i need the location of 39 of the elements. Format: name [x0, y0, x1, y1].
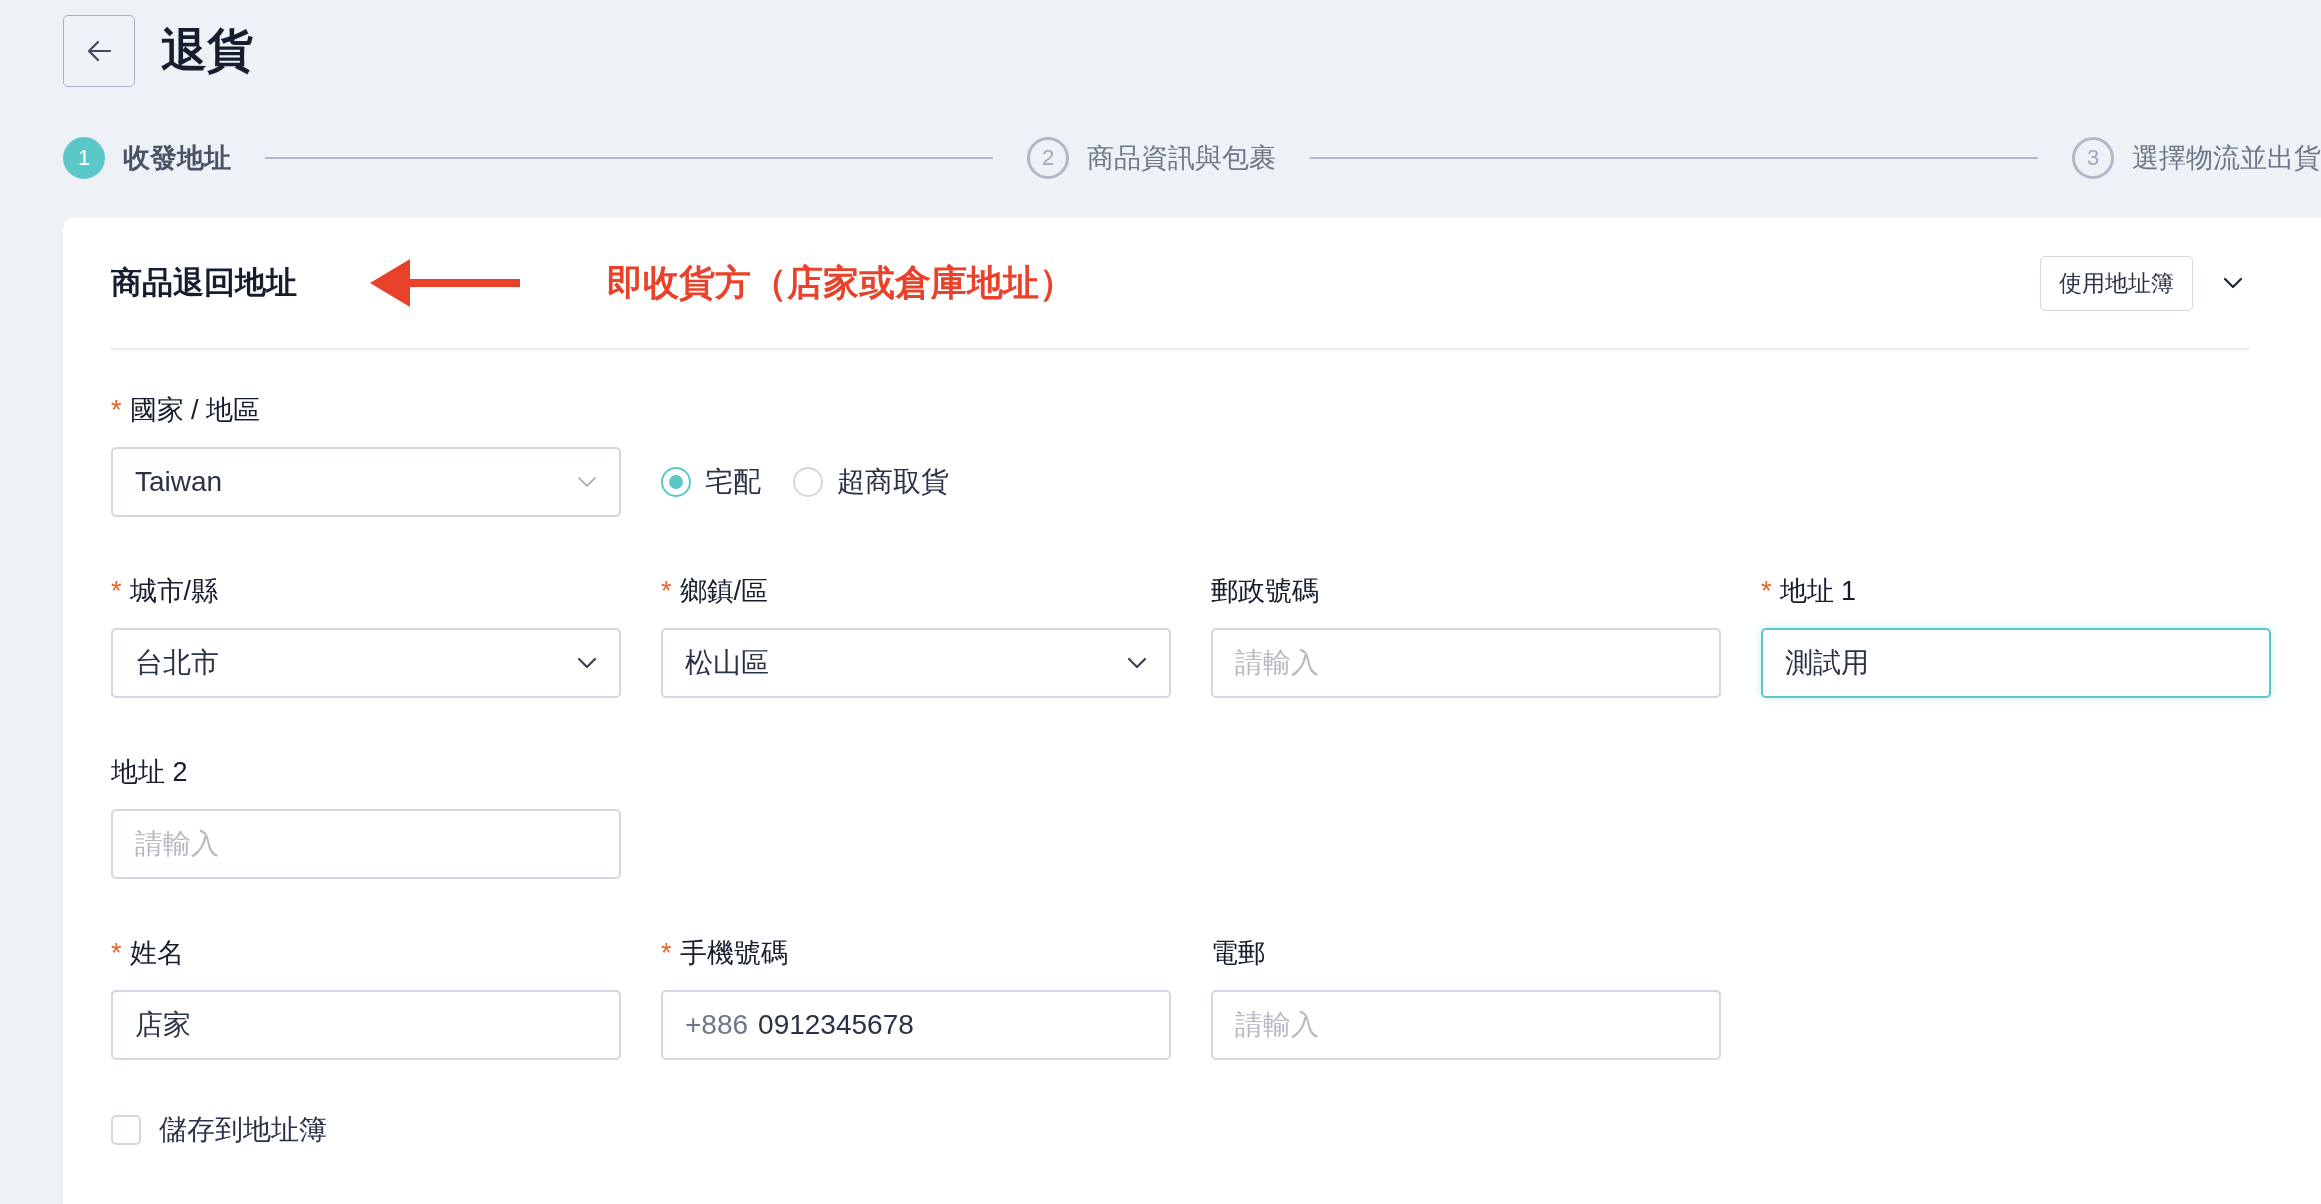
field-label: 郵政號碼 — [1211, 575, 1319, 608]
step-number: 3 — [2072, 137, 2114, 179]
annotation-text: 即收貨方（店家或倉庫地址） — [607, 260, 1075, 305]
field-label: 城市/縣 — [129, 575, 219, 608]
field-label: 電郵 — [1211, 937, 1265, 970]
field-label: 姓名 — [129, 937, 184, 970]
save-checkbox[interactable]: 儲存到地址簿 — [111, 1111, 327, 1149]
required-mark: * — [111, 937, 122, 969]
select-field[interactable]: 台北市 — [111, 628, 621, 698]
step-number: 2 — [1027, 137, 1069, 179]
address-book-button[interactable]: 使用地址簿 — [2040, 255, 2193, 311]
input-field[interactable]: 測試用 — [1761, 628, 2271, 698]
radio-option[interactable]: 超商取貨 — [793, 463, 949, 501]
input-field[interactable]: 請輸入 — [111, 809, 621, 879]
phone-field[interactable]: +886 0912345678 — [661, 990, 1171, 1060]
page-title: 退貨 — [161, 23, 253, 78]
input-field[interactable]: 請輸入 — [1211, 628, 1721, 698]
field-label: 國家 / 地區 — [129, 394, 261, 427]
step-label: 收發地址 — [123, 142, 231, 175]
required-mark: * — [111, 575, 122, 607]
field-label: 地址 2 — [111, 756, 188, 789]
arrow-left-icon — [86, 40, 112, 62]
chevron-down-icon — [2223, 277, 2243, 289]
select-field[interactable]: 松山區 — [661, 628, 1171, 698]
section-title: 商品退回地址 — [111, 264, 297, 302]
required-mark: * — [661, 937, 672, 969]
step-number: 1 — [63, 137, 105, 179]
step-label: 商品資訊與包裹 — [1087, 142, 1276, 175]
step-label: 選擇物流並出貨 — [2132, 142, 2321, 175]
select-field[interactable]: Taiwan — [111, 447, 621, 517]
radio-option[interactable]: 宅配 — [661, 463, 761, 501]
required-mark: * — [661, 575, 672, 607]
field-label: 手機號碼 — [679, 937, 788, 970]
input-field[interactable]: 店家 — [111, 990, 621, 1060]
required-mark: * — [111, 394, 122, 426]
required-mark: * — [1761, 575, 1772, 607]
input-field[interactable]: 請輸入 — [1211, 990, 1721, 1060]
field-label: 鄉鎮/區 — [679, 575, 769, 608]
field-label: 地址 1 — [1779, 575, 1857, 608]
